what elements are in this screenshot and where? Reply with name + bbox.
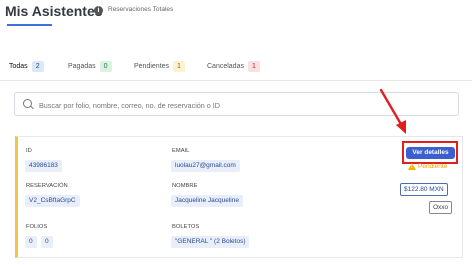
tab-label: Pagadas	[68, 63, 96, 70]
tab-count-badge: 1	[247, 61, 260, 72]
search-icon	[23, 99, 32, 108]
page-title: Mis Asistentes	[5, 3, 103, 19]
status-badge: ! Pendiente	[408, 163, 447, 170]
info-icon[interactable]: i	[94, 6, 103, 15]
active-tab-indicator	[7, 24, 52, 26]
folio-value: 0	[41, 236, 53, 248]
nombre-value: Jacqueline Jacqueline	[171, 195, 243, 207]
tab-todas[interactable]: Todas 2	[9, 61, 44, 72]
annotation-arrow	[379, 88, 406, 134]
page-subtitle: Reservaciones Totales	[108, 6, 174, 13]
tab-canceladas[interactable]: Canceladas 1	[207, 61, 260, 72]
tab-label: Todas	[9, 63, 28, 70]
status-text: Pendiente	[418, 163, 448, 170]
tab-count-badge: 1	[173, 61, 185, 72]
annotation-highlight-box	[402, 141, 458, 164]
id-value: 43986183	[25, 160, 62, 172]
tab-pagadas[interactable]: Pagadas 0	[68, 61, 112, 72]
tab-label: Canceladas	[207, 63, 244, 70]
tab-label: Pendientes	[134, 63, 170, 70]
email-label: EMAIL	[172, 148, 190, 154]
tab-count-badge: 0	[99, 61, 112, 72]
folios-label: FOLIOS	[26, 224, 48, 230]
warning-icon: !	[408, 163, 416, 170]
id-label: ID	[26, 148, 32, 154]
reservacion-label: RESERVACIÓN	[26, 183, 68, 189]
price-badge: $122.80 MXN	[400, 183, 448, 196]
folio-value: 0	[25, 236, 37, 248]
tabs-divider	[0, 80, 472, 81]
tab-count-badge: 2	[31, 61, 44, 72]
reservacion-value: V2_CsBftaGrpC	[25, 195, 80, 207]
boletos-value: "GENERAL " (2 Boletos)	[171, 236, 250, 248]
tab-pendientes[interactable]: Pendientes 1	[134, 61, 185, 72]
boletos-label: BOLETOS	[172, 224, 200, 230]
tab-bar: Todas 2 Pagadas 0 Pendientes 1 Cancelada…	[0, 54, 472, 80]
email-value: luolau27@gmail.com	[171, 160, 240, 172]
nombre-label: NOMBRE	[172, 183, 198, 189]
payment-method-badge: Oxxo	[429, 201, 453, 214]
